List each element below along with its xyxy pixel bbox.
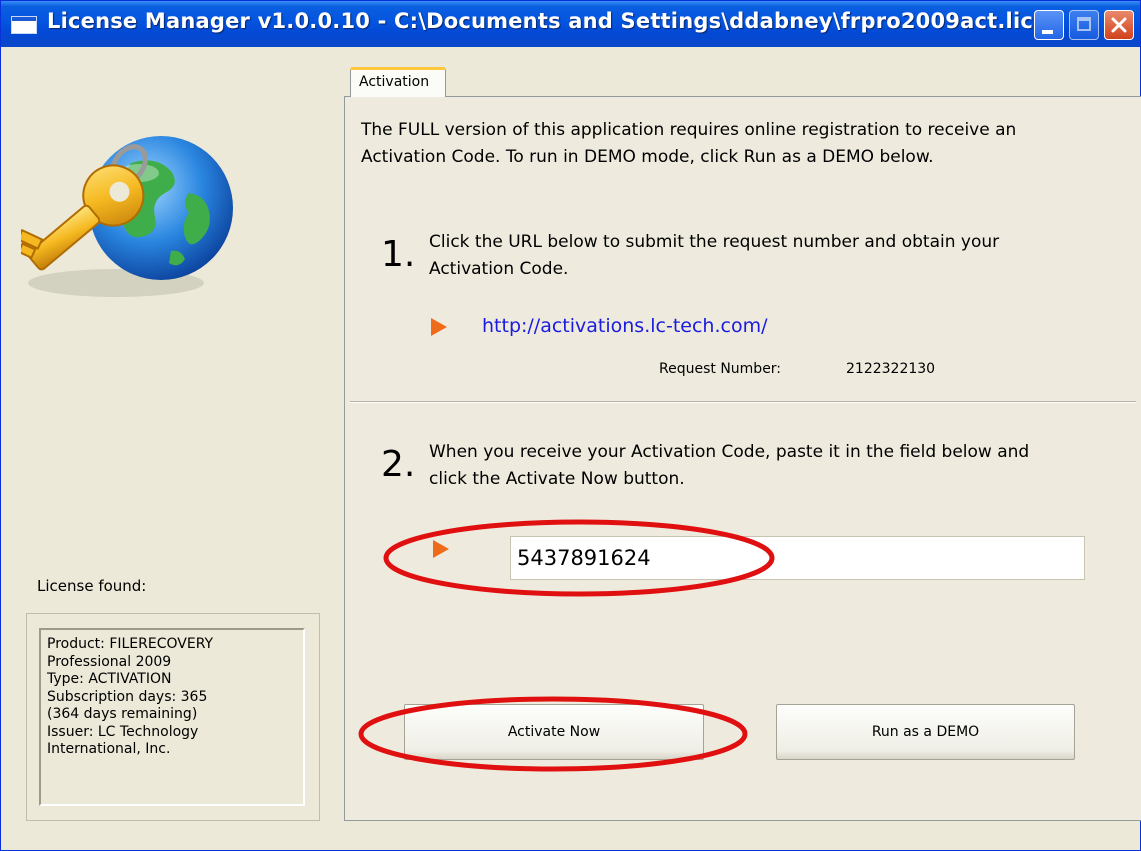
license-info-group: Product: FILERECOVERY Professional 2009 … (26, 613, 320, 821)
step-2-text: When you receive your Activation Code, p… (429, 439, 1029, 493)
title-bar[interactable]: License Manager v1.0.0.10 - C:\Documents… (1, 1, 1140, 47)
minimize-button[interactable] (1034, 10, 1064, 40)
play-arrow-icon (433, 540, 449, 558)
intro-line: Activation Code. To run in DEMO mode, cl… (361, 147, 934, 167)
license-line: (364 days remaining) (47, 706, 198, 722)
section-divider (350, 401, 1136, 403)
license-line: Issuer: LC Technology (47, 723, 199, 740)
step-1-text: Click the URL below to submit the reques… (429, 229, 999, 283)
step-2-line: click the Activate Now button. (429, 469, 685, 489)
license-line: Professional 2009 (47, 653, 172, 670)
maximize-button[interactable] (1069, 10, 1099, 40)
license-line: Product: FILERECOVERY (47, 636, 214, 652)
step-2-line: When you receive your Activation Code, p… (429, 442, 1030, 462)
tab-activation[interactable]: Activation (350, 67, 446, 97)
activate-now-button[interactable]: Activate Now (404, 704, 704, 760)
step-1-number: 1. (381, 234, 416, 275)
play-arrow-icon (431, 318, 447, 336)
license-manager-window: License Manager v1.0.0.10 - C:\Documents… (0, 0, 1141, 851)
close-icon (1111, 17, 1127, 33)
license-info-box: Product: FILERECOVERY Professional 2009 … (39, 628, 305, 806)
step-2-number: 2. (381, 444, 416, 485)
license-found-label: License found: (37, 577, 147, 595)
license-line: International, Inc. (47, 741, 171, 757)
step-1-line: Activation Code. (429, 259, 569, 279)
activation-url-link[interactable]: http://activations.lc-tech.com/ (482, 315, 767, 337)
activation-code-input[interactable] (510, 536, 1085, 580)
window-title: License Manager v1.0.0.10 - C:\Documents… (47, 9, 1033, 33)
intro-line: The FULL version of this application req… (361, 120, 1017, 140)
license-line: Subscription days: 365 (47, 688, 208, 705)
run-as-demo-button[interactable]: Run as a DEMO (776, 704, 1075, 760)
request-number-label: Request Number: (659, 361, 782, 377)
intro-text: The FULL version of this application req… (361, 117, 1121, 171)
tab-activation-label: Activation (359, 74, 430, 90)
close-button[interactable] (1104, 10, 1134, 40)
key-globe-icon (21, 136, 233, 297)
step-1-line: Click the URL below to submit the reques… (429, 232, 1000, 252)
license-line: Type: ACTIVATION (47, 671, 172, 687)
request-number-value: 2122322130 (846, 361, 936, 377)
window-icon (11, 16, 37, 34)
